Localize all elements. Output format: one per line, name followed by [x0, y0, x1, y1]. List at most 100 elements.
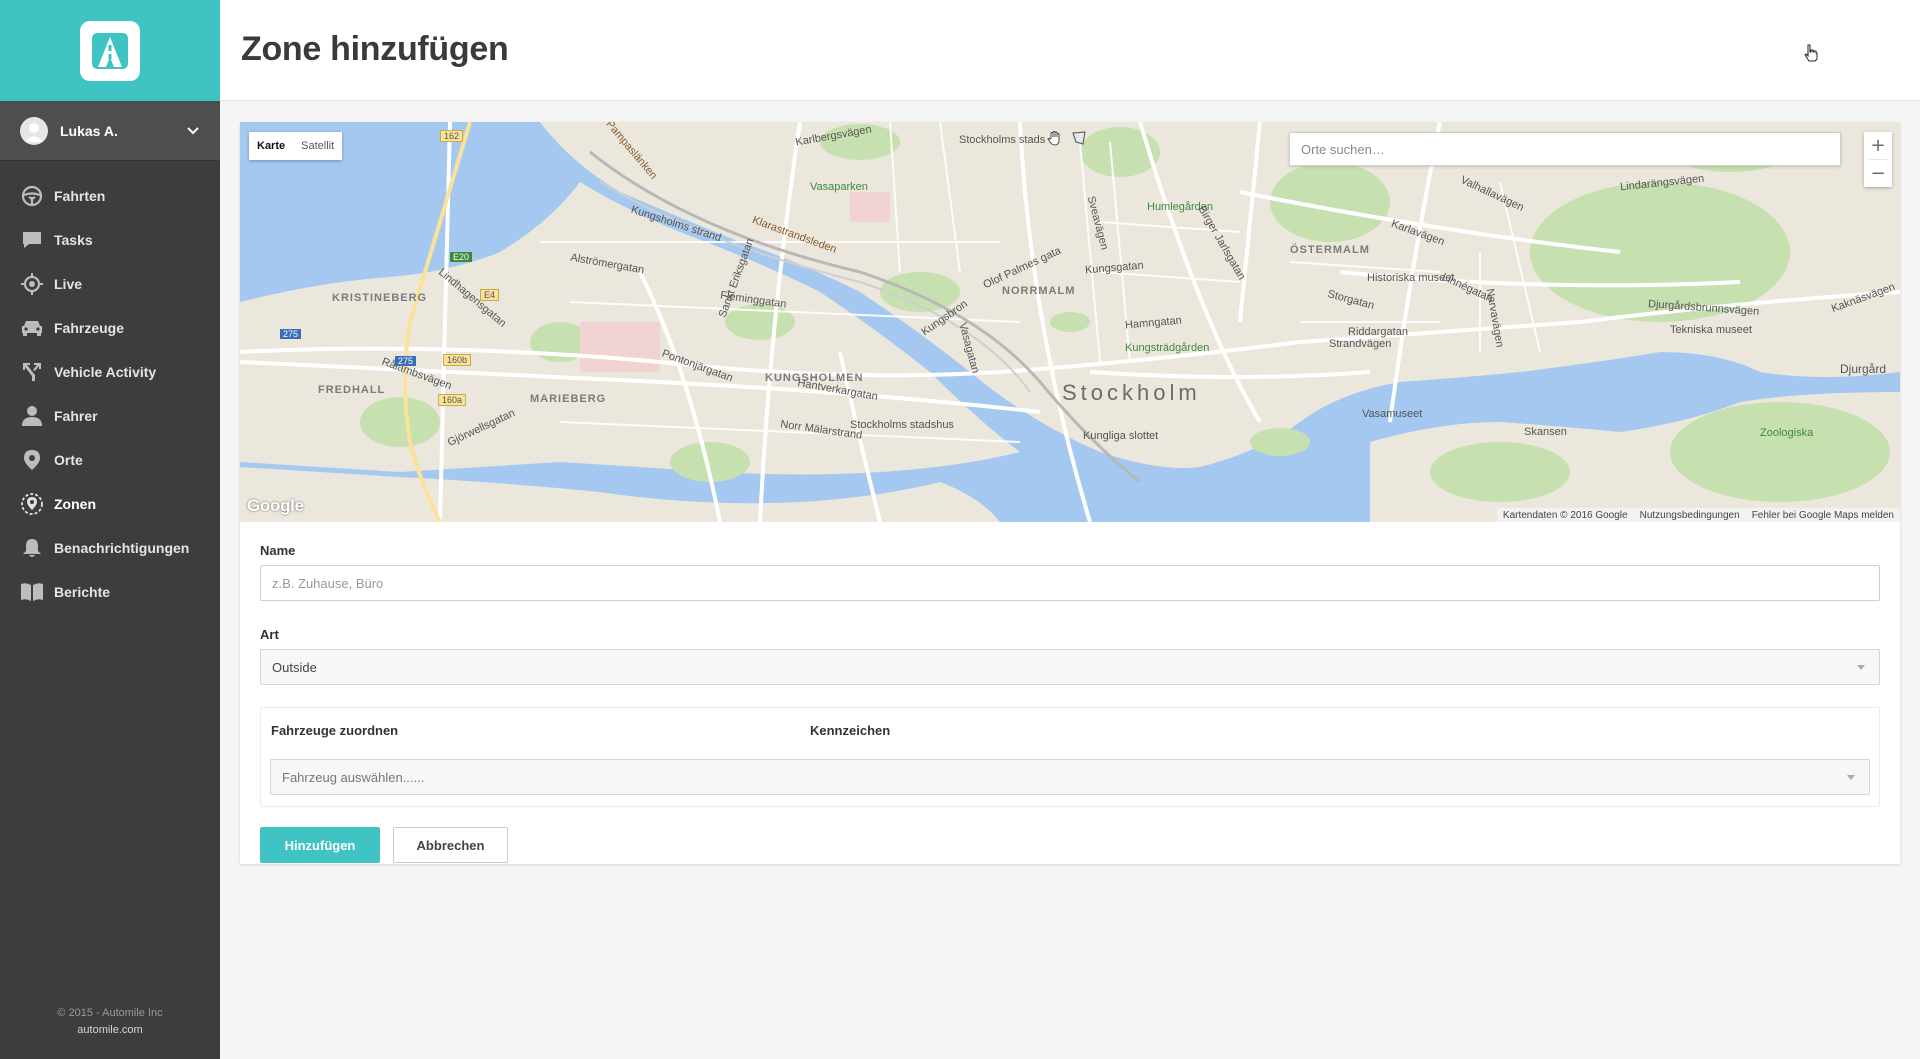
route-shield: E4: [480, 289, 500, 301]
nav-item-tasks[interactable]: Tasks: [0, 218, 220, 262]
route-shield: 160b: [443, 354, 472, 366]
name-label: Name: [260, 543, 296, 558]
user-menu[interactable]: Lukas A.: [0, 101, 220, 161]
crosshair-icon: [20, 272, 44, 296]
user-name: Lukas A.: [60, 122, 118, 139]
nav-label: Zonen: [54, 496, 96, 512]
nav-item-live[interactable]: Live: [0, 262, 220, 306]
map-label: FREDHALL: [318, 384, 386, 396]
nav-item-fahrten[interactable]: Fahrten: [0, 174, 220, 218]
license-plate-heading: Kennzeichen: [810, 723, 891, 738]
map-label: Vasamuseet: [1362, 408, 1423, 420]
map-label: Tekniska museet: [1670, 324, 1752, 336]
map-pin-icon: [20, 448, 44, 472]
route-shield: 162: [440, 130, 464, 142]
car-icon: [20, 316, 44, 340]
person-icon: [20, 404, 44, 428]
logo-area[interactable]: [0, 0, 220, 101]
form-actions: Hinzufügen Abbrechen: [260, 827, 1880, 863]
map-label: Zoologiska: [1760, 427, 1814, 439]
type-label: Art: [260, 627, 279, 642]
zoom-control: + −: [1864, 132, 1892, 187]
nav-item-fahrzeuge[interactable]: Fahrzeuge: [0, 306, 220, 350]
map-label: Riddargatan: [1348, 326, 1408, 338]
route-shield: 275: [280, 329, 302, 339]
nav-label: Live: [54, 276, 83, 292]
zoom-out-button[interactable]: −: [1864, 160, 1892, 187]
zone-form-card: KRISTINEBERG KUNGSHOLMEN NORRMALM ÖSTERM…: [240, 122, 1900, 864]
map-label: KRISTINEBERG: [332, 292, 428, 304]
caret-down-icon: [1847, 775, 1855, 780]
nav-label: Orte: [54, 452, 83, 468]
map-attribution: Kartendaten © 2016 Google Nutzungsbeding…: [1496, 508, 1900, 522]
chat-bubble-icon: [20, 228, 44, 252]
map-label: Strandvägen: [1329, 338, 1392, 350]
nav-label: Vehicle Activity: [54, 364, 157, 380]
nav-label: Tasks: [54, 232, 93, 248]
map-search-input[interactable]: [1289, 132, 1841, 166]
nav-item-benachrichtigungen[interactable]: Benachrichtigungen: [0, 526, 220, 570]
map-type-satellite-button[interactable]: Satellit: [293, 132, 343, 160]
terms-link[interactable]: Nutzungsbedingungen: [1634, 510, 1746, 521]
vehicle-select[interactable]: Fahrzeug auswählen......: [270, 759, 1870, 795]
map-label: Kungsträdgården: [1125, 342, 1210, 354]
nav-label: Fahrzeuge: [54, 320, 125, 336]
nav-label: Berichte: [54, 584, 111, 600]
main-nav: Fahrten Tasks Live Fahrzeuge Vehicle Act…: [0, 161, 220, 614]
nav-item-fahrer[interactable]: Fahrer: [0, 394, 220, 438]
page-header: Zone hinzufügen: [220, 0, 1920, 101]
name-input[interactable]: [260, 565, 1880, 601]
sidebar: Lukas A. Fahrten Tasks Live Fahrzeuge Ve…: [0, 0, 220, 1059]
user-avatar-icon: [25, 122, 43, 142]
map-data-credit: Kartendaten © 2016 Google: [1502, 509, 1628, 521]
hand-pan-icon[interactable]: [1045, 128, 1065, 148]
zone-pin-icon: [20, 492, 44, 516]
map-label: Stockholms stadshus: [850, 419, 954, 431]
map-label: Djurgård: [1840, 362, 1887, 376]
copyright-text: © 2015 - Automile Inc: [57, 1007, 163, 1019]
map-drawing-tools: [1045, 128, 1089, 148]
map-type-control: Karte Satellit: [249, 132, 343, 160]
vehicle-assign-section: Fahrzeuge zuordnen Kennzeichen Fahrzeug …: [260, 707, 1880, 807]
report-error-link[interactable]: Fehler bei Google Maps melden: [1746, 510, 1900, 521]
bell-icon: [20, 536, 44, 560]
caret-down-icon: [1857, 665, 1865, 670]
chevron-down-icon[interactable]: [186, 124, 200, 138]
footer-link[interactable]: automile.com: [0, 1022, 220, 1039]
map-type-karte-button[interactable]: Karte: [249, 132, 294, 160]
type-select-value: Outside: [272, 659, 317, 675]
nav-label: Fahrer: [54, 408, 98, 424]
google-logo[interactable]: Google: [247, 496, 304, 516]
zoom-in-button[interactable]: +: [1864, 132, 1892, 159]
vehicle-select-placeholder: Fahrzeug auswählen......: [282, 769, 425, 785]
map-label: Stockholm: [1062, 380, 1201, 405]
nav-item-berichte[interactable]: Berichte: [0, 570, 220, 614]
cancel-button[interactable]: Abbrechen: [393, 827, 508, 863]
book-icon: [20, 580, 44, 604]
route-icon: [20, 360, 44, 384]
map-label: Vasaparken: [810, 181, 868, 193]
draw-polygon-icon[interactable]: [1069, 128, 1089, 148]
map-label: Stockholms stads: [959, 134, 1046, 146]
sidebar-footer: © 2015 - Automile Inc automile.com: [0, 1005, 220, 1039]
map-label: Skansen: [1524, 426, 1567, 438]
map-label: MARIEBERG: [530, 393, 607, 405]
nav-label: Benachrichtigungen: [54, 540, 190, 556]
nav-item-zonen[interactable]: Zonen: [0, 482, 220, 526]
nav-item-vehicle-activity[interactable]: Vehicle Activity: [0, 350, 220, 394]
assign-vehicles-heading: Fahrzeuge zuordnen: [271, 723, 399, 738]
nav-item-orte[interactable]: Orte: [0, 438, 220, 482]
route-shield: 275: [395, 356, 417, 366]
hand-cursor-icon: [1803, 44, 1819, 67]
add-zone-button[interactable]: Hinzufügen: [260, 827, 380, 863]
map-label: NORRMALM: [1002, 285, 1076, 297]
zone-form: Name Art Outside Fahrzeuge zuordnen Kenn…: [260, 543, 1880, 863]
map-view[interactable]: KRISTINEBERG KUNGSHOLMEN NORRMALM ÖSTERM…: [240, 122, 1900, 522]
map-label: Kungliga slottet: [1083, 430, 1159, 442]
route-shield: 160a: [438, 394, 467, 406]
automile-logo-icon: [80, 20, 140, 81]
page-title: Zone hinzufügen: [241, 30, 509, 68]
route-shield: E20: [450, 252, 473, 262]
type-select[interactable]: Outside: [260, 649, 1880, 685]
steering-wheel-icon: [20, 184, 44, 208]
